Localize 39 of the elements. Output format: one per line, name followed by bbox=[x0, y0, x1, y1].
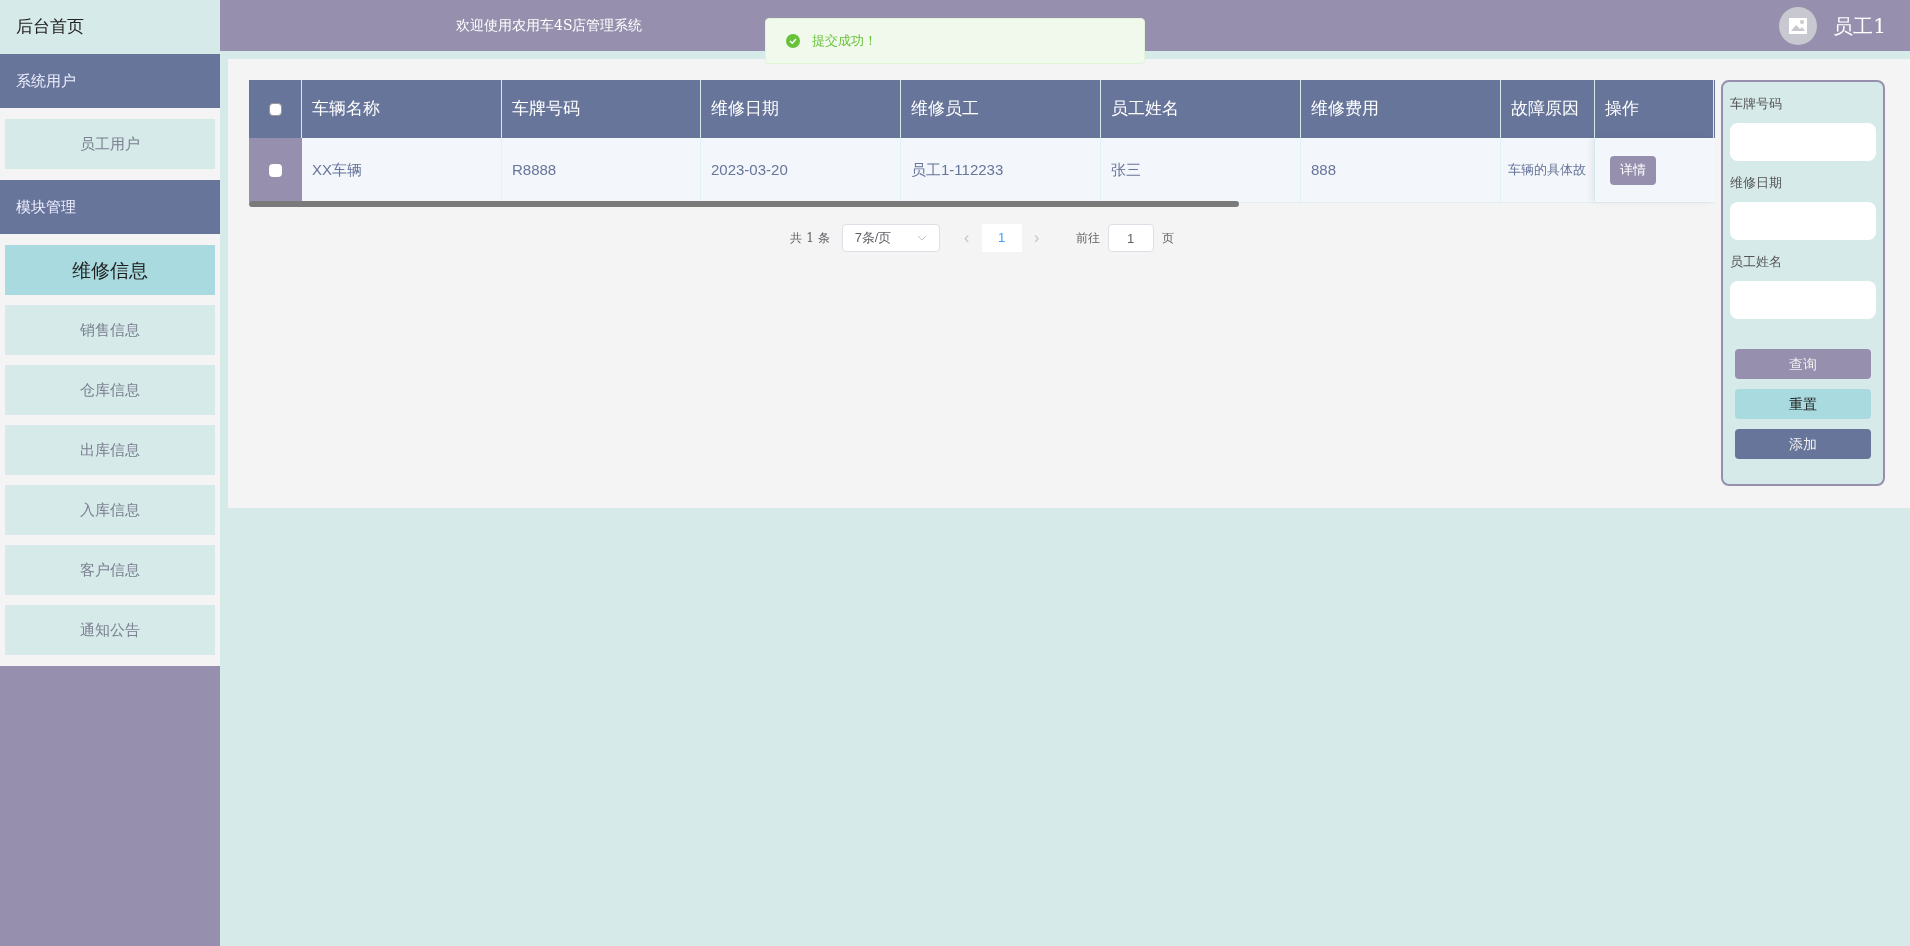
query-button[interactable]: 查询 bbox=[1735, 349, 1871, 379]
page-size-select[interactable]: 7条/页 bbox=[841, 224, 940, 252]
total-count: 共 1 条 bbox=[790, 230, 830, 247]
reset-button[interactable]: 重置 bbox=[1735, 389, 1871, 419]
field-label: 员工姓名 bbox=[1730, 253, 1783, 271]
menu-item[interactable]: 仓库信息 bbox=[5, 365, 215, 415]
page-number[interactable]: 1 bbox=[981, 224, 1022, 252]
details-button[interactable]: 详情 bbox=[1610, 155, 1656, 185]
check-circle-icon bbox=[786, 34, 800, 48]
menu-item[interactable]: 通知公告 bbox=[5, 605, 215, 655]
menu-group-title[interactable]: 系统用户 bbox=[0, 54, 220, 108]
home-link[interactable]: 后台首页 bbox=[0, 0, 220, 54]
goto-label: 前往 bbox=[1075, 230, 1100, 247]
menu-item[interactable]: 入库信息 bbox=[5, 485, 215, 535]
avatar-icon[interactable] bbox=[1779, 6, 1818, 45]
menu-item[interactable]: 销售信息 bbox=[5, 305, 215, 355]
select-all-checkbox[interactable] bbox=[268, 102, 282, 116]
field-label: 车牌号码 bbox=[1730, 95, 1783, 113]
page-size-value: 7条/页 bbox=[854, 229, 892, 248]
menu-item[interactable]: 维修信息 bbox=[5, 245, 215, 295]
menu-item[interactable]: 客户信息 bbox=[5, 545, 215, 595]
add-button[interactable]: 添加 bbox=[1735, 429, 1871, 459]
menu-item[interactable]: 出库信息 bbox=[5, 425, 215, 475]
table-cell: 888 bbox=[1301, 138, 1501, 202]
row-checkbox[interactable] bbox=[269, 163, 282, 177]
search-input-field[interactable] bbox=[1730, 202, 1876, 240]
menu-item[interactable]: 员工用户 bbox=[5, 119, 215, 169]
header-title: 欢迎使用农用车4S店管理系统 bbox=[456, 16, 643, 35]
scrollbar[interactable] bbox=[249, 201, 1239, 207]
toast-message: 提交成功！ bbox=[812, 32, 877, 51]
table-cell: 车辆的具体故 bbox=[1501, 138, 1595, 202]
search-input-field[interactable] bbox=[1730, 123, 1876, 161]
chevron-down-icon bbox=[916, 235, 927, 241]
goto-page-field[interactable]: 1 bbox=[1107, 224, 1154, 252]
field-label: 维修日期 bbox=[1730, 174, 1783, 192]
menu-group-title[interactable]: 模块管理 bbox=[0, 180, 220, 234]
user-name[interactable]: 员工1 bbox=[1833, 10, 1886, 41]
search-input-field[interactable] bbox=[1730, 281, 1876, 319]
goto-suffix: 页 bbox=[1161, 230, 1174, 247]
